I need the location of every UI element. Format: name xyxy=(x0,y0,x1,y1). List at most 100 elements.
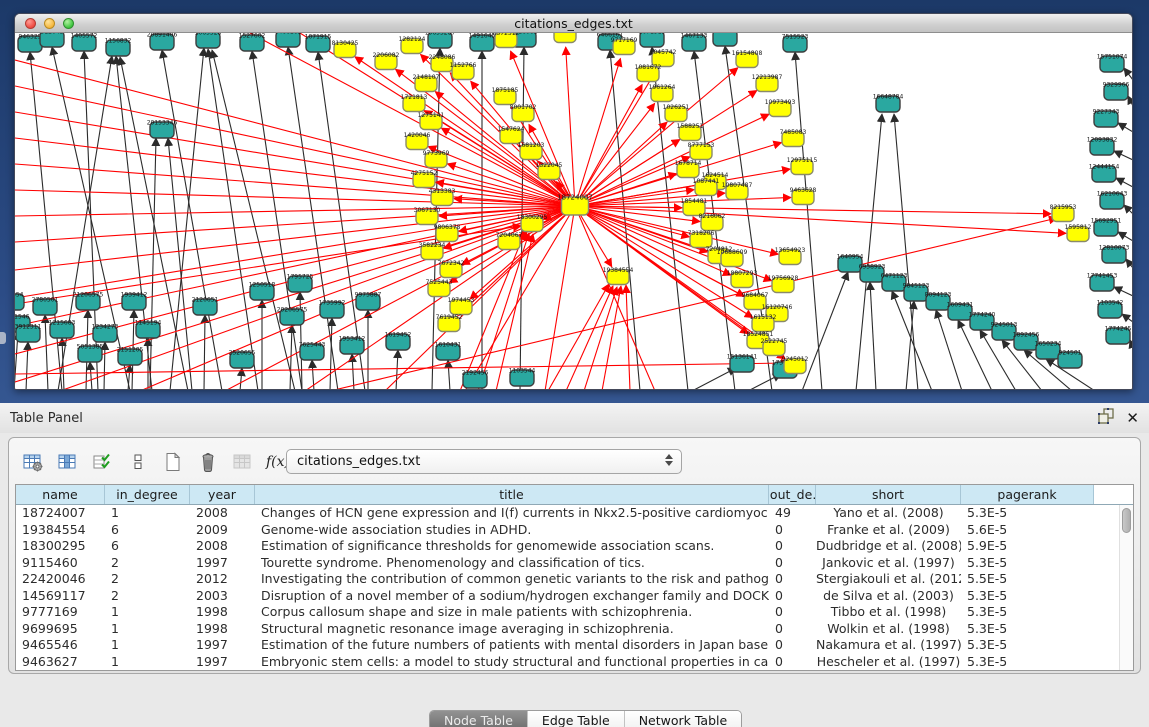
column-header-name[interactable]: name xyxy=(16,485,105,504)
graph-node-label: 18524851 xyxy=(743,331,774,338)
graph-edge xyxy=(575,58,620,206)
graph-node[interactable] xyxy=(554,33,576,43)
table-cell-title: Embryonic stem cells: a model to study s… xyxy=(255,654,769,671)
table-row[interactable]: 946554611997Estimation of the future num… xyxy=(16,637,1133,654)
table-type-tabs: Node TableEdge TableNetwork Table xyxy=(429,710,742,727)
graph-node-label: 1939412 xyxy=(121,292,148,299)
tab-node-table[interactable]: Node Table xyxy=(430,711,528,727)
table-cell-title: Disruption of a novel member of a sodium… xyxy=(255,588,769,605)
graph-edge xyxy=(15,60,575,206)
table-cell-pagerank: 5.9E-5 xyxy=(961,538,1094,555)
graph-node-label: 18300295 xyxy=(517,214,548,221)
table-row[interactable]: 1938455462009Genome-wide association stu… xyxy=(16,522,1133,539)
table-cell-in_degree: 6 xyxy=(105,522,190,539)
table-row[interactable]: 1830029562008Estimation of significance … xyxy=(16,538,1133,555)
table-cell-pagerank: 5.3E-5 xyxy=(961,505,1094,522)
graph-node-label: 9684067 xyxy=(742,292,769,299)
column-header-year[interactable]: year xyxy=(190,485,255,504)
graph-node-label: 110354 xyxy=(15,292,24,299)
table-cell-year: 2008 xyxy=(190,505,255,522)
window-titlebar[interactable]: citations_edges.txt xyxy=(15,14,1132,33)
graph-edge xyxy=(1124,68,1132,80)
import-table-icon[interactable] xyxy=(231,450,255,474)
table-cell-short: Yano et al. (2008) xyxy=(816,505,961,522)
table-cell-title: Estimation of significance thresholds fo… xyxy=(255,538,769,555)
table-selector-value: citations_edges.txt xyxy=(297,454,420,469)
graph-node-label: 1420046 xyxy=(404,132,431,139)
table-row[interactable]: 969969511998Structural magnetic resonanc… xyxy=(16,621,1133,638)
table-cell-name: 9463627 xyxy=(16,654,105,671)
graph-node-label: 7204067 xyxy=(496,232,523,239)
table-row[interactable]: 946362711997Embryonic stem cells: a mode… xyxy=(16,654,1133,671)
graph-edge xyxy=(1128,96,1132,106)
scrollbar-thumb[interactable] xyxy=(1122,508,1131,533)
tab-edge-table[interactable]: Edge Table xyxy=(528,711,625,727)
hidden-panel-handle[interactable] xyxy=(0,332,6,344)
new-column-icon[interactable] xyxy=(161,450,185,474)
graph-edge xyxy=(1114,287,1132,296)
table-cell-short: Wolkin et al. (1998) xyxy=(816,621,961,638)
graph-edge xyxy=(626,285,630,389)
close-panel-icon[interactable]: ✕ xyxy=(1126,411,1139,426)
graph-node-label: 10973493 xyxy=(765,99,796,106)
select-columns-icon[interactable] xyxy=(56,450,80,474)
table-cell-name: 18300295 xyxy=(16,538,105,555)
table-cell-short: Dudbridge et al. (2008) xyxy=(816,538,961,555)
graph-node-label: 1619452 xyxy=(385,332,412,339)
delete-column-icon[interactable] xyxy=(196,450,220,474)
graph-node-label: 20206575 xyxy=(277,307,308,314)
table-cell-year: 2003 xyxy=(190,588,255,605)
graph-node-label: 8777153 xyxy=(688,142,715,149)
graph-node-label: 1953412 xyxy=(339,336,366,343)
graph-node-label: 7619452 xyxy=(436,314,463,321)
column-header-pagerank[interactable]: pagerank xyxy=(961,485,1094,504)
graph-edge xyxy=(802,272,848,389)
graph-node-label: 19384554 xyxy=(603,267,634,274)
float-panel-icon[interactable] xyxy=(1098,408,1114,428)
table-cell-name: 19384554 xyxy=(16,522,105,539)
column-header-out_de[interactable]: △out_de… xyxy=(769,485,816,504)
column-header-short[interactable]: short xyxy=(816,485,961,504)
table-cell-title: Structural magnetic resonance image aver… xyxy=(255,621,769,638)
graph-edge xyxy=(936,310,962,389)
network-graph[interactable]: 9463253120451405572115683220891406106552… xyxy=(15,33,1132,389)
table-cell-year: 1997 xyxy=(190,654,255,671)
select-all-icon[interactable] xyxy=(91,450,115,474)
table-cell-year: 1998 xyxy=(190,604,255,621)
table-selector-dropdown[interactable]: citations_edges.txt xyxy=(286,449,682,474)
tab-network-table[interactable]: Network Table xyxy=(625,711,742,727)
graph-node-label: 1467133 xyxy=(681,33,708,40)
column-header-title[interactable]: title xyxy=(255,485,769,504)
table-row[interactable]: 977716911998Corpus callosum shape and si… xyxy=(16,604,1133,621)
table-vertical-scrollbar[interactable] xyxy=(1119,505,1133,670)
table-row[interactable]: 1872400712008Changes of HCN gene express… xyxy=(16,505,1133,522)
table-cell-in_degree: 1 xyxy=(105,654,190,671)
table-row[interactable]: 2242004622012Investigating the contribut… xyxy=(16,571,1133,588)
graph-edge xyxy=(15,86,575,206)
table-cell-out_de: 0 xyxy=(769,654,816,671)
column-header-in_degree[interactable]: in_degree xyxy=(105,485,190,504)
table-cell-pagerank: 5.6E-5 xyxy=(961,522,1094,539)
table-cell-out_de: 0 xyxy=(769,538,816,555)
table-settings-icon[interactable] xyxy=(21,450,45,474)
row-height-icon[interactable] xyxy=(126,450,150,474)
table-cell-name: 14569117 xyxy=(16,588,105,605)
graph-edge xyxy=(330,318,332,389)
network-canvas[interactable]: 9463253120451405572115683220891406106552… xyxy=(15,33,1132,389)
table-row[interactable]: 1456911722003Disruption of a novel membe… xyxy=(16,588,1133,605)
table-panel-title: Table Panel xyxy=(0,411,83,426)
graph-node-label: 1588251 xyxy=(677,123,704,130)
application-window: citations_edges.txt 94632531204514055721… xyxy=(0,0,1149,727)
table-cell-name: 18724007 xyxy=(16,505,105,522)
graph-node[interactable] xyxy=(713,33,737,46)
table-cell-pagerank: 5.3E-5 xyxy=(961,604,1094,621)
table-cell-in_degree: 1 xyxy=(105,637,190,654)
table-body: 18724007 1 2008Changes of HCN gene express… xyxy=(16,505,1133,670)
graph-node-label: 1892456 xyxy=(1013,332,1040,339)
table-cell-title: Changes of HCN gene expression and I(f) … xyxy=(255,505,769,522)
graph-node-label: 1681203 xyxy=(518,142,545,149)
table-row[interactable]: 911546021997Tourette syndrome. Phenomeno… xyxy=(16,555,1133,572)
table-cell-pagerank: 5.3E-5 xyxy=(961,637,1094,654)
graph-node-label: 7318206 xyxy=(688,230,715,237)
graph-edge xyxy=(45,315,48,389)
